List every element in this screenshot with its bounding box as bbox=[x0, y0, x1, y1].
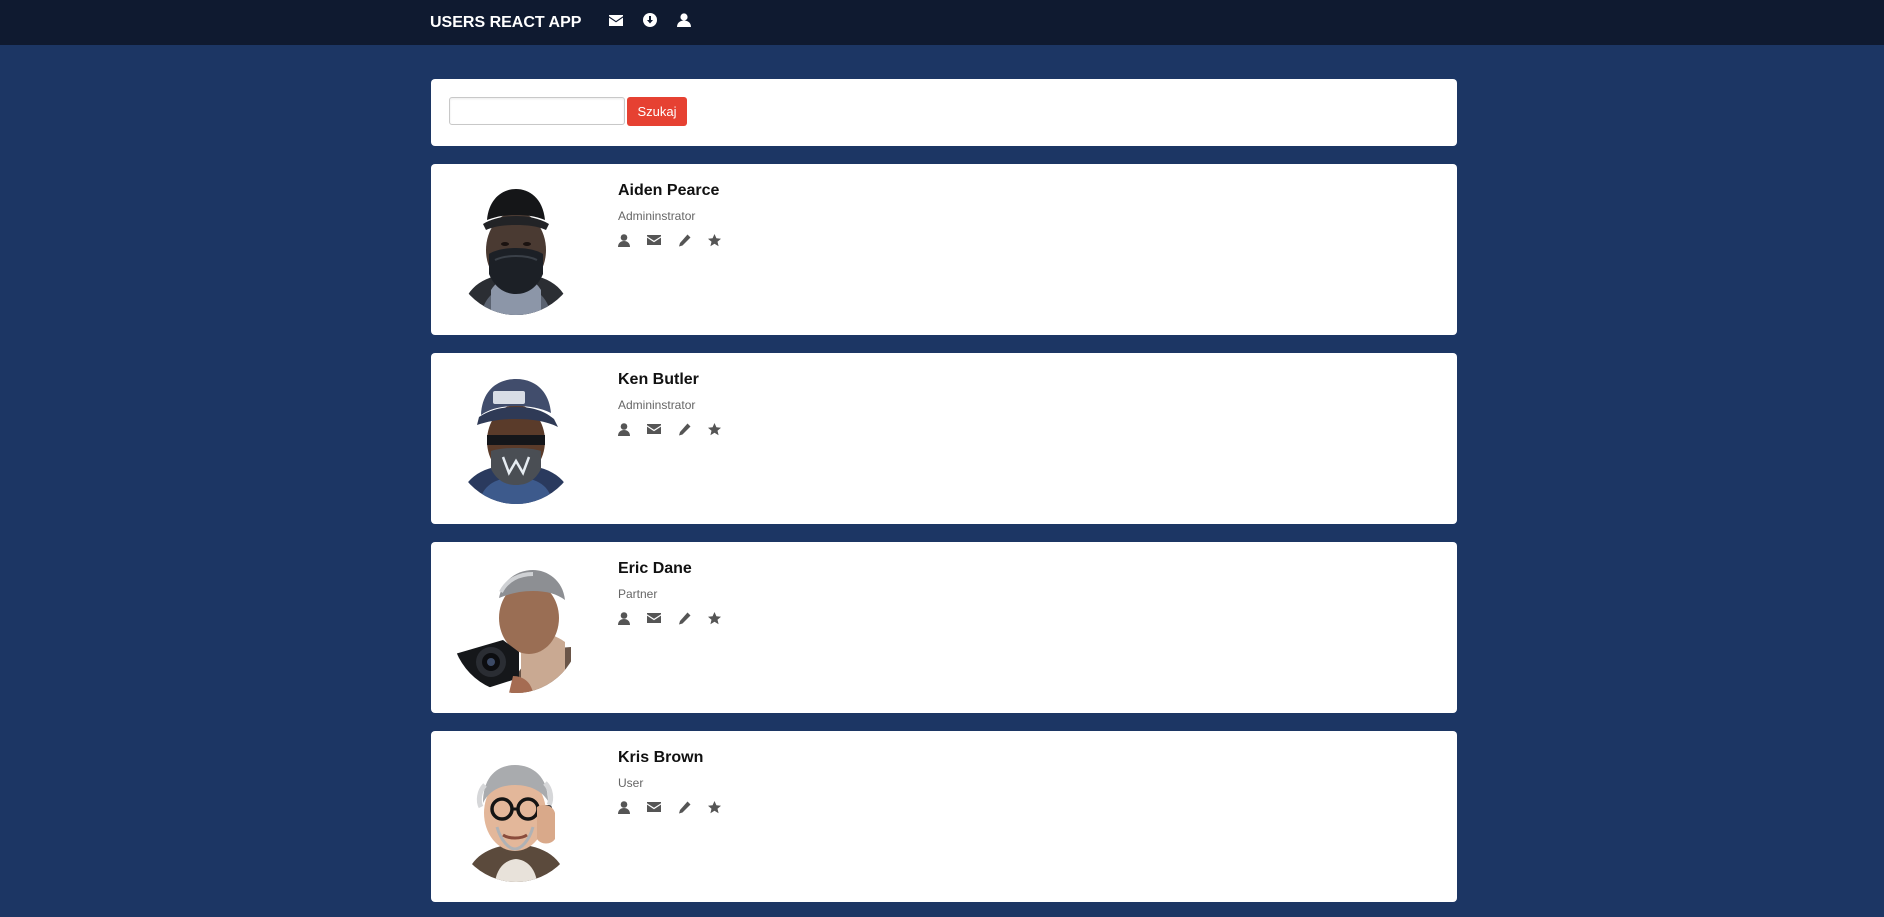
user-role: User bbox=[618, 776, 644, 790]
user-name[interactable]: Eric Dane bbox=[618, 560, 692, 578]
user-card: Kris Brown User bbox=[431, 731, 1457, 902]
user-role: Admininstrator bbox=[618, 209, 696, 223]
user-card: Aiden Pearce Admininstrator bbox=[431, 164, 1457, 335]
user-card: Eric Dane Partner bbox=[431, 542, 1457, 713]
user-avatar bbox=[451, 180, 581, 315]
user-name[interactable]: Ken Butler bbox=[618, 371, 699, 389]
pencil-icon[interactable] bbox=[677, 233, 691, 247]
envelope-icon[interactable] bbox=[608, 12, 624, 28]
star-icon[interactable] bbox=[707, 233, 721, 247]
top-navbar: USERS REACT APP bbox=[0, 0, 1884, 45]
user-icon[interactable] bbox=[617, 233, 631, 247]
star-icon[interactable] bbox=[707, 422, 721, 436]
user-name[interactable]: Aiden Pearce bbox=[618, 182, 719, 200]
user-icon[interactable] bbox=[617, 800, 631, 814]
download-icon[interactable] bbox=[642, 12, 658, 28]
user-avatar bbox=[451, 369, 581, 504]
search-panel: Szukaj bbox=[431, 79, 1457, 146]
user-avatar bbox=[451, 558, 581, 693]
user-card: Ken Butler Admininstrator bbox=[431, 353, 1457, 524]
navbar-icons bbox=[608, 12, 692, 28]
star-icon[interactable] bbox=[707, 611, 721, 625]
user-actions bbox=[617, 233, 721, 247]
star-icon[interactable] bbox=[707, 800, 721, 814]
user-name[interactable]: Kris Brown bbox=[618, 749, 703, 767]
app-title[interactable]: USERS REACT APP bbox=[430, 14, 581, 32]
user-actions bbox=[617, 422, 721, 436]
user-actions bbox=[617, 800, 721, 814]
user-icon[interactable] bbox=[617, 611, 631, 625]
search-input[interactable] bbox=[449, 97, 625, 125]
envelope-icon[interactable] bbox=[647, 611, 661, 625]
envelope-icon[interactable] bbox=[647, 800, 661, 814]
user-role: Admininstrator bbox=[618, 398, 696, 412]
envelope-icon[interactable] bbox=[647, 422, 661, 436]
user-avatar bbox=[451, 747, 581, 882]
user-icon[interactable] bbox=[617, 422, 631, 436]
envelope-icon[interactable] bbox=[647, 233, 661, 247]
user-actions bbox=[617, 611, 721, 625]
user-icon[interactable] bbox=[676, 12, 692, 28]
search-button[interactable]: Szukaj bbox=[627, 97, 687, 126]
pencil-icon[interactable] bbox=[677, 800, 691, 814]
pencil-icon[interactable] bbox=[677, 422, 691, 436]
pencil-icon[interactable] bbox=[677, 611, 691, 625]
user-role: Partner bbox=[618, 587, 658, 601]
